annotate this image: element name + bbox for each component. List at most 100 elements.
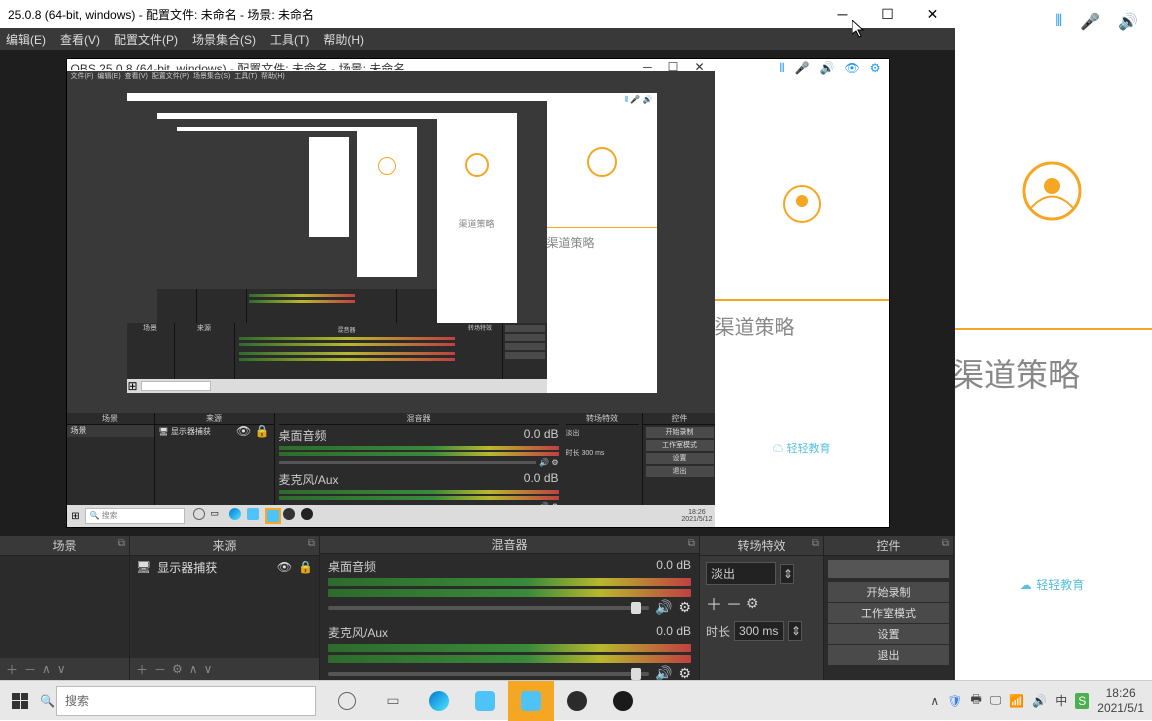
duration-spin[interactable]: ⇕ [788, 621, 802, 641]
channel-name: 桌面音频 [328, 558, 376, 575]
lock-toggle[interactable]: 🔒 [298, 560, 313, 574]
tray-chevron-icon[interactable]: ∧ [930, 694, 939, 708]
sources-toolbar: ＋ － ⚙ ∧ ∨ [130, 658, 319, 680]
taskbar-edge[interactable] [416, 681, 462, 721]
sources-list[interactable]: 🖥 显示器捕获 👁 🔒 [130, 556, 319, 658]
menu-profile[interactable]: 配置文件(P) [114, 31, 178, 48]
background-app-window: ⫴ 🎤 🔊 渠道策略 ☁ 轻轻教育 [952, 0, 1152, 680]
mixer-body: 桌面音频 0.0 dB 🔊 ⚙ 麦克风/Aux 0.0 dB [320, 554, 699, 686]
windows-logo-icon [12, 693, 28, 709]
scenes-toolbar: ＋ － ∧ ∨ [0, 658, 129, 680]
dock-transitions: 转场特效 ⧉ 淡出 ⇕ ＋ － ⚙ 时长 300 ms ⇕ [700, 536, 824, 680]
menubar: 编辑(E) 查看(V) 配置文件(P) 场景集合(S) 工具(T) 帮助(H) [0, 28, 955, 50]
nested-max-icon: ☐ [660, 60, 687, 70]
close-button[interactable]: ✕ [910, 0, 955, 28]
exit-button[interactable]: 退出 [828, 645, 949, 665]
nested-gear-icon: ⚙ [870, 61, 881, 77]
start-recording-button[interactable]: 开始录制 [828, 582, 949, 602]
taskbar-app-blue[interactable] [462, 681, 508, 721]
remove-transition-button[interactable]: － [726, 591, 742, 615]
monitor-icon: 🖥 [136, 560, 151, 574]
settings-button[interactable]: 设置 [828, 624, 949, 644]
search-icon[interactable]: 🔍 [40, 694, 54, 708]
task-view-button[interactable] [324, 681, 370, 721]
dock-controls-header: 控件 ⧉ [824, 536, 953, 556]
add-transition-button[interactable]: ＋ [706, 591, 722, 615]
audio-meter [328, 589, 691, 597]
menu-help[interactable]: 帮助(H) [323, 31, 364, 48]
transition-select[interactable]: 淡出 [706, 562, 776, 585]
mute-button[interactable]: 🔊 [655, 599, 672, 616]
taskbar-app-dark1[interactable] [554, 681, 600, 721]
start-button[interactable] [0, 681, 40, 721]
tray-printer-icon[interactable]: 🖶 [970, 690, 981, 711]
obs-main-window: 25.0.8 (64-bit, windows) - 配置文件: 未命名 - 场… [0, 0, 955, 680]
nested-logo [777, 179, 827, 229]
audio-meter [328, 655, 691, 663]
scene-up-button[interactable]: ∧ [42, 662, 51, 676]
taskbar-app-active[interactable] [508, 681, 554, 721]
studio-mode-button[interactable]: 工作室模式 [828, 603, 949, 623]
source-props-button[interactable]: ⚙ [172, 662, 183, 676]
cloud-icon: ☁ [1020, 578, 1032, 592]
popout-icon[interactable]: ⧉ [812, 538, 819, 549]
mic-icon: 🎤 [1080, 12, 1100, 32]
menu-view[interactable]: 查看(V) [60, 31, 100, 48]
preview-canvas: OBS 25.0.8 (64-bit, windows) - 配置文件: 未命名… [66, 58, 890, 528]
nested-signal-icon: ⫴ [780, 61, 785, 77]
stream-button[interactable] [828, 560, 949, 578]
audio-meter [328, 578, 691, 586]
popout-icon[interactable]: ⧉ [308, 538, 315, 549]
volume-slider[interactable] [328, 606, 649, 610]
visibility-toggle[interactable]: 👁 [277, 560, 292, 574]
maximize-button[interactable]: ☐ [865, 0, 910, 28]
dock-sources-header: 来源 ⧉ [130, 536, 319, 556]
scenes-list[interactable] [0, 556, 129, 658]
channel-settings-button[interactable]: ⚙ [678, 599, 691, 616]
windows-taskbar: 🔍 搜索 ▭ ∧ 🛡 🖶 🖵 📶 🔊 中 S 18:26 2021/5/1 [0, 680, 1152, 720]
dock-mixer: 混音器 ⧉ 桌面音频 0.0 dB 🔊 ⚙ [320, 536, 700, 680]
tray-sogou-icon[interactable]: S [1075, 693, 1089, 709]
nested-mic-icon: 🎤 [795, 61, 810, 77]
search-placeholder: 搜索 [65, 692, 89, 709]
dock-controls: 控件 ⧉ 开始录制 工作室模式 设置 退出 [824, 536, 954, 680]
source-item-display[interactable]: 🖥 显示器捕获 👁 🔒 [130, 556, 319, 578]
menu-edit[interactable]: 编辑(E) [6, 31, 46, 48]
remove-scene-button[interactable]: － [24, 661, 36, 678]
tray-clock[interactable]: 18:26 2021/5/1 [1097, 686, 1144, 715]
system-tray: ∧ 🛡 🖶 🖵 📶 🔊 中 S 18:26 2021/5/1 [922, 686, 1152, 715]
tray-ime-icon[interactable]: 中 [1055, 692, 1067, 709]
popout-icon[interactable]: ⧉ [688, 538, 695, 549]
nested-eye-icon: 👁 [845, 61, 860, 77]
tray-monitor-icon[interactable]: 🖵 [990, 693, 1002, 708]
tray-wifi-icon[interactable]: 📶 [1009, 694, 1024, 708]
add-scene-button[interactable]: ＋ [6, 661, 18, 678]
tray-volume-icon[interactable]: 🔊 [1032, 694, 1047, 708]
source-up-button[interactable]: ∧ [189, 662, 198, 676]
tray-shield-icon[interactable]: 🛡 [947, 694, 962, 708]
channel-level: 0.0 dB [656, 624, 691, 641]
dock-scenes-header: 场景 ⧉ [0, 536, 129, 556]
source-down-button[interactable]: ∨ [204, 662, 213, 676]
menu-tools[interactable]: 工具(T) [270, 31, 309, 48]
popout-icon[interactable]: ⧉ [942, 538, 949, 549]
menu-scenes[interactable]: 场景集合(S) [192, 31, 256, 48]
background-brand: ☁ 轻轻教育 [952, 576, 1152, 594]
minimize-button[interactable]: ─ [820, 0, 865, 28]
volume-slider[interactable] [328, 672, 649, 676]
preview-area[interactable]: OBS 25.0.8 (64-bit, windows) - 配置文件: 未命名… [0, 50, 955, 536]
remove-source-button[interactable]: － [154, 661, 166, 678]
scene-down-button[interactable]: ∨ [57, 662, 66, 676]
duration-input[interactable]: 300 ms [734, 621, 784, 641]
transition-spin[interactable]: ⇕ [780, 564, 794, 584]
taskbar-search-input[interactable]: 搜索 [56, 686, 316, 716]
transition-props-button[interactable]: ⚙ [746, 595, 759, 612]
taskbar-app-1[interactable]: ▭ [370, 681, 416, 721]
channel-level: 0.0 dB [656, 558, 691, 575]
dock-mixer-header: 混音器 ⧉ [320, 536, 699, 554]
audio-meter [328, 644, 691, 652]
popout-icon[interactable]: ⧉ [118, 538, 125, 549]
taskbar-obs[interactable] [600, 681, 646, 721]
nested-min-icon: ─ [635, 60, 660, 70]
add-source-button[interactable]: ＋ [136, 661, 148, 678]
